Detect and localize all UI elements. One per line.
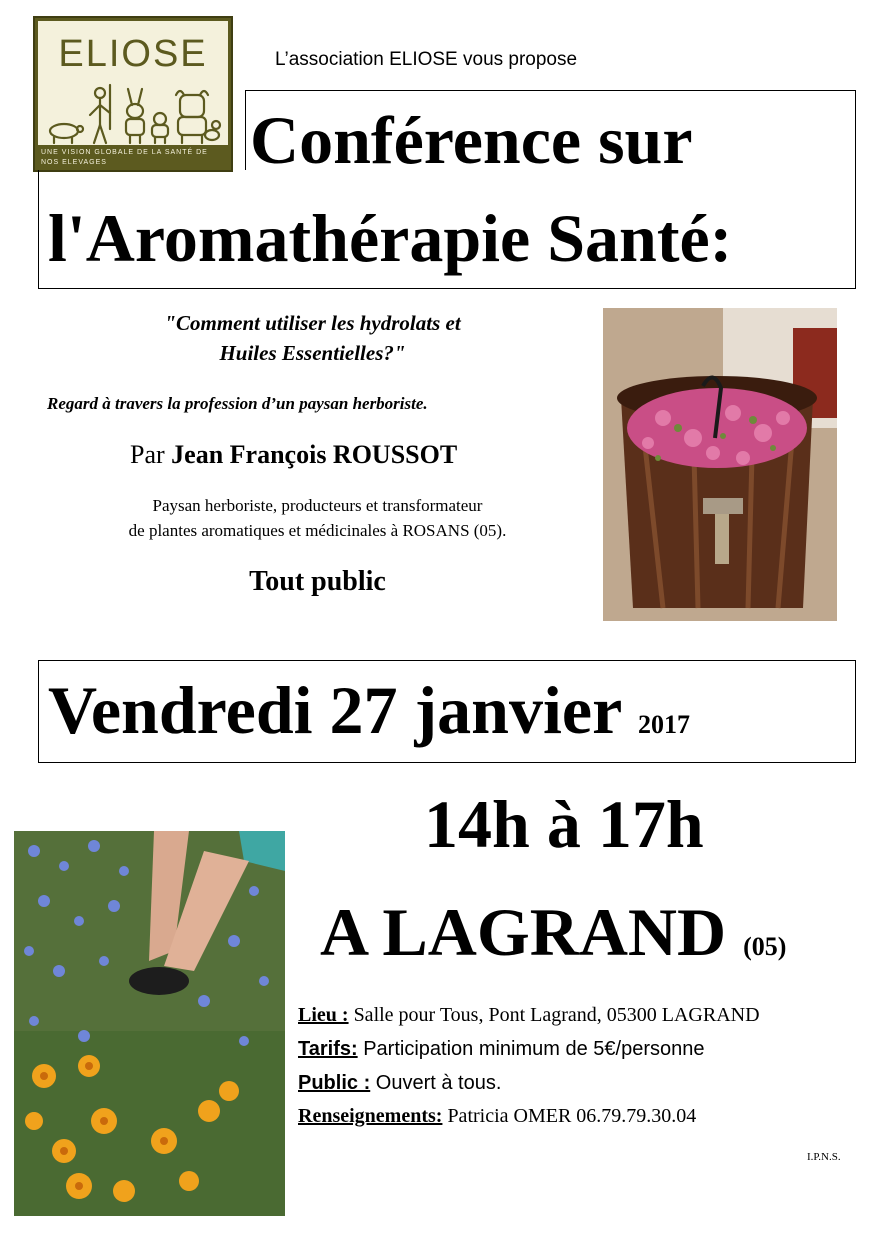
- title-line-1: Conférence sur: [250, 102, 693, 178]
- regard-un: un: [276, 394, 295, 413]
- event-place-text: A LAGRAND: [320, 894, 744, 970]
- title-frame-left-upper: [245, 90, 246, 170]
- speaker-bio: Paysan herboriste, producteurs et transf…: [40, 493, 595, 543]
- speaker-par: Par: [130, 440, 172, 469]
- question-line-1: "Comment utiliser les hydrolats et: [164, 311, 461, 335]
- event-year: 2017: [638, 710, 691, 739]
- speaker-bio-line-2: de plantes aromatiques et médicinales à …: [128, 521, 507, 540]
- tarifs-value: Participation minimum de 5€/personne: [357, 1038, 705, 1060]
- event-department: (05): [743, 932, 787, 961]
- rose-petals-distiller-photo: [603, 308, 837, 621]
- title-frame-top: [245, 90, 856, 91]
- regard-line: Regard à travers la profession d’un pays…: [47, 394, 428, 414]
- lieu-label: Lieu :: [298, 1004, 349, 1026]
- question-line-2: Huiles Essentielles?": [219, 341, 406, 365]
- renseignements-label: Renseignements:: [298, 1105, 443, 1127]
- detail-renseignements: Renseignements: Patricia OMER 06.79.79.3…: [298, 1105, 696, 1128]
- speaker-name: Jean François ROUSSOT: [171, 440, 458, 469]
- ipns-note: I.P.N.S.: [807, 1151, 841, 1163]
- event-date: Vendredi 27 janvier 2017: [48, 670, 690, 765]
- lieu-postal: 05300 LAGRAND: [606, 1004, 760, 1026]
- detail-lieu: Lieu : Salle pour Tous, Pont Lagrand, 05…: [298, 1004, 760, 1027]
- public-value: Ouvert à tous.: [370, 1072, 502, 1094]
- distiller-illustration: [603, 308, 837, 621]
- title-line-2: l'Aromathérapie Santé:: [48, 200, 733, 276]
- flower-field-illustration: [14, 831, 285, 1216]
- speaker-bio-line-1: Paysan herboriste, producteurs et transf…: [152, 496, 483, 515]
- regard-prefix: Regard à travers la profession d’: [47, 394, 277, 413]
- logo-wordmark: ELIOSE: [58, 33, 208, 75]
- event-place: A LAGRAND (05): [320, 892, 786, 987]
- association-intro: L’association ELIOSE vous propose: [275, 49, 578, 70]
- renseignements-value: Patricia OMER 06.79.79.30.04: [442, 1105, 697, 1127]
- question-subtitle: "Comment utiliser les hydrolats et Huile…: [40, 308, 585, 368]
- audience-label: Tout public: [249, 566, 386, 597]
- detail-public: Public : Ouvert à tous.: [298, 1072, 501, 1095]
- tarifs-label: Tarifs:: [298, 1038, 358, 1060]
- public-label: Public :: [298, 1072, 371, 1094]
- flower-field-photo: [14, 831, 285, 1216]
- regard-suffix: paysan herboriste.: [294, 394, 428, 413]
- event-date-text: Vendredi 27 janvier: [48, 672, 639, 748]
- lieu-value: Salle pour Tous, Pont Lagrand,: [348, 1004, 607, 1026]
- detail-tarifs: Tarifs: Participation minimum de 5€/pers…: [298, 1038, 705, 1061]
- event-time: 14h à 17h: [424, 786, 704, 862]
- title-frame-left-lower: [38, 170, 39, 289]
- speaker-line: Par Jean François ROUSSOT: [130, 438, 457, 472]
